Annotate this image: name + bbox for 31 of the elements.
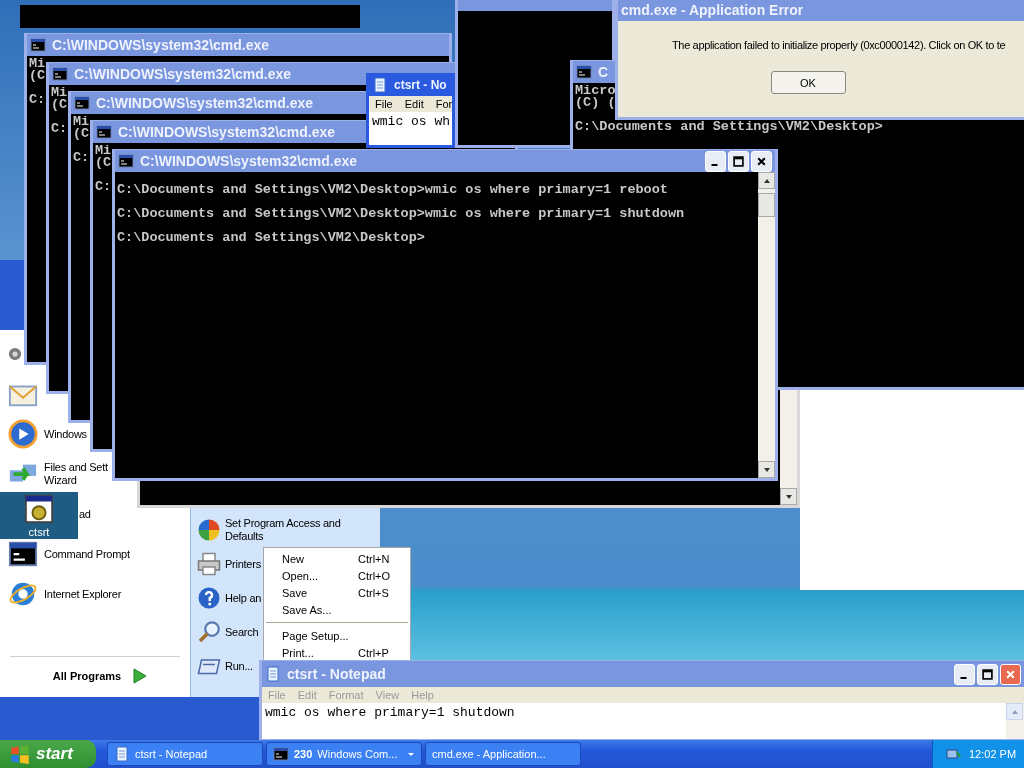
console-line: Mi <box>29 58 46 70</box>
console-line: (C <box>29 70 46 82</box>
document-text: wmic os where primary=1 shutdown <box>265 705 516 720</box>
window-title: ctsrt - No <box>394 78 447 92</box>
console-line: C: <box>95 181 112 193</box>
console-line: (C) ( <box>575 97 616 109</box>
document-text: wmic os wh <box>372 114 449 129</box>
window-title: ctsrt - Notepad <box>287 666 386 682</box>
window-title: C:\WINDOWS\system32\cmd.exe <box>140 153 358 169</box>
console-line: (C <box>51 99 68 111</box>
window-title: C:\WINDOWS\system32\cmd.exe <box>52 37 270 53</box>
console-line: C:\Documents and Settings\VM2\Desktop>wmic os where primary=1 reboot <box>117 184 668 196</box>
console-line: C:\Documents and Settings\VM2\Desktop> <box>117 232 425 244</box>
window-title: cmd.exe - Application Error <box>621 2 804 18</box>
console-line: C:\Documents and Settings\VM2\Desktop> <box>575 121 883 133</box>
console-line: C: <box>73 152 90 164</box>
error-message: The application failed to initialize properly (0xc0000142). Click on OK to te <box>671 39 1007 51</box>
window-title: C <box>598 64 609 80</box>
window-title: C:\WINDOWS\system32\cmd.exe <box>74 66 292 82</box>
console-line: Mi <box>51 87 68 99</box>
console-line: C: <box>29 94 46 106</box>
window-title: C:\WINDOWS\system32\cmd.exe <box>96 95 314 111</box>
console-line: C:\Documents and Settings\VM2\Desktop>wmic os where primary=1 shutdown <box>117 208 685 220</box>
console-line: (C <box>95 157 112 169</box>
console-line: Mi <box>73 116 90 128</box>
console-line: Mi <box>95 145 112 157</box>
console-line: Micro <box>575 85 616 97</box>
console-line: C: <box>51 123 68 135</box>
window-title: C:\WINDOWS\system32\cmd.exe <box>118 124 336 140</box>
clock: 12:02 PM <box>969 748 1017 760</box>
console-line: (C <box>73 128 90 140</box>
